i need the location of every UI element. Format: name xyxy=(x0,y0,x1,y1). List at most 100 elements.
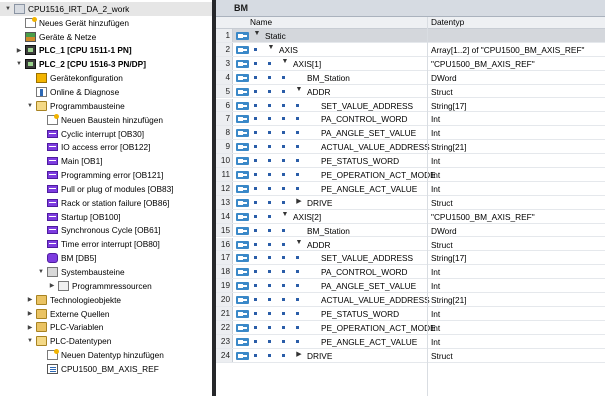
collapse-arrow-icon[interactable]: ▼ xyxy=(4,5,12,13)
expand-arrow-icon[interactable]: ▶ xyxy=(295,197,303,205)
tree-item[interactable]: Neues Gerät hinzufügen xyxy=(0,16,212,30)
tree-item[interactable]: Gerätekonfiguration xyxy=(0,71,212,85)
row-name[interactable]: DRIVE xyxy=(307,198,332,208)
row-name[interactable]: BM_Station xyxy=(307,226,350,236)
table-row[interactable]: 17 SET_VALUE_ADDRESS String[17] xyxy=(216,251,605,266)
row-datatype[interactable]: Int xyxy=(431,114,440,124)
table-row[interactable]: 9 ACTUAL_VALUE_ADDRESS String[21] xyxy=(216,140,605,155)
column-header-name[interactable]: Name xyxy=(250,17,272,28)
row-name[interactable]: PE_ANGLE_ACT_VALUE xyxy=(321,337,417,347)
tree-item[interactable]: Neuen Baustein hinzufügen xyxy=(0,113,212,127)
row-datatype[interactable]: Struct xyxy=(431,87,453,97)
tree-item[interactable]: Pull or plug of modules [OB83] xyxy=(0,182,212,196)
table-row[interactable]: 8 PA_ANGLE_SET_VALUE Int xyxy=(216,126,605,141)
row-datatype[interactable]: "CPU1500_BM_AXIS_REF" xyxy=(431,59,535,69)
table-row[interactable]: 2 ▼ AXIS Array[1..2] of "CPU1500_BM_AXIS_RE… xyxy=(216,42,605,57)
row-datatype[interactable]: Struct xyxy=(431,240,453,250)
row-name[interactable]: PE_STATUS_WORD xyxy=(321,156,399,166)
table-row[interactable]: 4 BM_Station DWord xyxy=(216,70,605,85)
expand-arrow-icon[interactable]: ▶ xyxy=(48,282,56,290)
table-row[interactable]: 7 PA_CONTROL_WORD Int xyxy=(216,112,605,127)
row-name[interactable]: PA_CONTROL_WORD xyxy=(321,114,408,124)
collapse-arrow-icon[interactable]: ▼ xyxy=(253,30,261,37)
collapse-arrow-icon[interactable]: ▼ xyxy=(281,58,289,65)
row-name[interactable]: PE_OPERATION_ACT_MODE xyxy=(321,323,436,333)
row-datatype[interactable]: String[17] xyxy=(431,253,467,263)
row-datatype[interactable]: DWord xyxy=(431,226,457,236)
row-datatype[interactable]: String[17] xyxy=(431,101,467,111)
row-name[interactable]: SET_VALUE_ADDRESS xyxy=(321,253,413,263)
row-datatype[interactable]: Int xyxy=(431,337,440,347)
table-row[interactable]: 22 PE_OPERATION_ACT_MODE Int xyxy=(216,320,605,335)
table-row[interactable]: 3 ▼ AXIS[1] "CPU1500_BM_AXIS_REF" xyxy=(216,56,605,71)
tree-item[interactable]: ▶ Externe Quellen xyxy=(0,307,212,321)
table-row[interactable]: 1 ▼ Static xyxy=(216,29,605,43)
row-name[interactable]: PA_CONTROL_WORD xyxy=(321,267,408,277)
table-row[interactable]: 13 ▶ DRIVE Struct xyxy=(216,195,605,210)
table-row[interactable]: 16 ▼ ADDR Struct xyxy=(216,237,605,252)
collapse-arrow-icon[interactable]: ▼ xyxy=(295,239,303,246)
tree-item[interactable]: ▼ Programmbausteine xyxy=(0,99,212,113)
row-datatype[interactable]: Int xyxy=(431,128,440,138)
row-name[interactable]: PE_OPERATION_ACT_MODE xyxy=(321,170,436,180)
expand-arrow-icon[interactable]: ▶ xyxy=(15,46,23,54)
tree-item[interactable]: ▼ PLC-Datentypen xyxy=(0,334,212,348)
tree-item[interactable]: Programming error [OB121] xyxy=(0,168,212,182)
tree-item[interactable]: Main [OB1] xyxy=(0,154,212,168)
table-row[interactable]: 10 PE_STATUS_WORD Int xyxy=(216,154,605,168)
column-separator[interactable] xyxy=(427,17,428,396)
row-name[interactable]: Static xyxy=(265,31,286,41)
expand-arrow-icon[interactable]: ▶ xyxy=(26,310,34,318)
row-name[interactable]: PE_ANGLE_ACT_VALUE xyxy=(321,184,417,194)
expand-arrow-icon[interactable]: ▶ xyxy=(295,350,303,358)
collapse-arrow-icon[interactable]: ▼ xyxy=(15,60,23,68)
tree-item[interactable]: Online & Diagnose xyxy=(0,85,212,99)
row-datatype[interactable]: Array[1..2] of "CPU1500_BM_AXIS_REF" xyxy=(431,45,584,55)
row-name[interactable]: SET_VALUE_ADDRESS xyxy=(321,101,413,111)
table-row[interactable]: 5 ▼ ADDR Struct xyxy=(216,84,605,99)
row-name[interactable]: PA_ANGLE_SET_VALUE xyxy=(321,281,416,291)
table-row[interactable]: 21 PE_STATUS_WORD Int xyxy=(216,307,605,321)
column-header-datatype[interactable]: Datentyp xyxy=(431,17,464,28)
tree-item[interactable]: ▶ PLC-Variablen xyxy=(0,321,212,335)
tree-item[interactable]: Rack or station failure [OB86] xyxy=(0,196,212,210)
tree-item[interactable]: BM [DB5] xyxy=(0,251,212,265)
tree-item[interactable]: Startup [OB100] xyxy=(0,210,212,224)
row-datatype[interactable]: String[21] xyxy=(431,295,467,305)
tree-item[interactable]: ▼ Systembausteine xyxy=(0,265,212,279)
collapse-arrow-icon[interactable]: ▼ xyxy=(26,102,34,110)
row-name[interactable]: ADDR xyxy=(307,87,331,97)
table-row[interactable]: 14 ▼ AXIS[2] "CPU1500_BM_AXIS_REF" xyxy=(216,209,605,224)
row-name[interactable]: ADDR xyxy=(307,240,331,250)
row-name[interactable]: DRIVE xyxy=(307,351,332,361)
tree-item[interactable]: ▶ PLC_1 [CPU 1511-1 PN] xyxy=(0,44,212,58)
tree-item[interactable]: Neuen Datentyp hinzufügen xyxy=(0,348,212,362)
table-row[interactable]: 23 PE_ANGLE_ACT_VALUE Int xyxy=(216,334,605,349)
row-datatype[interactable]: Int xyxy=(431,184,440,194)
row-datatype[interactable]: Int xyxy=(431,281,440,291)
table-row[interactable]: 19 PA_ANGLE_SET_VALUE Int xyxy=(216,279,605,294)
tree-item[interactable]: Synchronous Cycle [OB61] xyxy=(0,224,212,238)
row-datatype[interactable]: Int xyxy=(431,309,440,319)
row-name[interactable]: BM_Station xyxy=(307,73,350,83)
row-datatype[interactable]: Int xyxy=(431,156,440,166)
row-name[interactable]: PE_STATUS_WORD xyxy=(321,309,399,319)
tree-item[interactable]: ▶ Technologieobjekte xyxy=(0,293,212,307)
row-datatype[interactable]: Struct xyxy=(431,351,453,361)
tree-item[interactable]: Geräte & Netze xyxy=(0,30,212,44)
expand-arrow-icon[interactable]: ▶ xyxy=(26,323,34,331)
row-datatype[interactable]: "CPU1500_BM_AXIS_REF" xyxy=(431,212,535,222)
collapse-arrow-icon[interactable]: ▼ xyxy=(267,44,275,51)
table-row[interactable]: 15 BM_Station DWord xyxy=(216,223,605,238)
row-datatype[interactable]: Int xyxy=(431,170,440,180)
tree-item[interactable]: ▼ PLC_2 [CPU 1516-3 PN/DP] xyxy=(0,57,212,71)
collapse-arrow-icon[interactable]: ▼ xyxy=(37,268,45,276)
tree-item[interactable]: CPU1500_BM_AXIS_REF xyxy=(0,362,212,376)
row-datatype[interactable]: Int xyxy=(431,267,440,277)
table-row[interactable]: 11 PE_OPERATION_ACT_MODE Int xyxy=(216,168,605,182)
row-name[interactable]: ACTUAL_VALUE_ADDRESS xyxy=(321,295,430,305)
collapse-arrow-icon[interactable]: ▼ xyxy=(295,86,303,93)
table-row[interactable]: 20 ACTUAL_VALUE_ADDRESS String[21] xyxy=(216,293,605,307)
table-row[interactable]: 18 PA_CONTROL_WORD Int xyxy=(216,265,605,280)
row-datatype[interactable]: Int xyxy=(431,323,440,333)
